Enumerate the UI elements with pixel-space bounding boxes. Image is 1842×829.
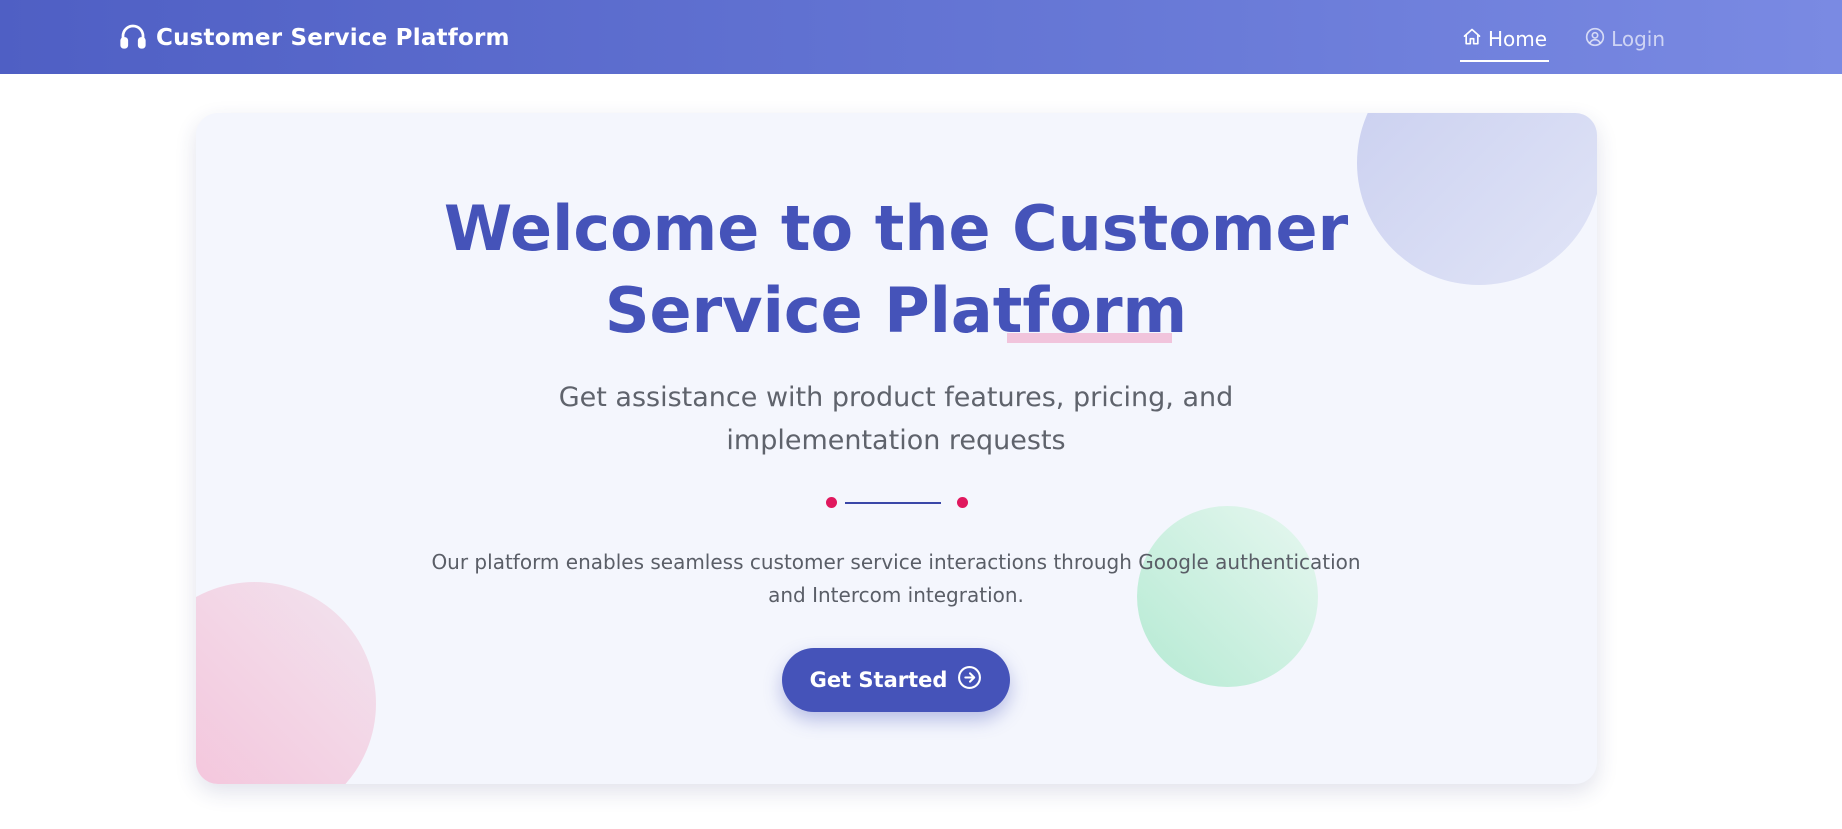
headset-icon (118, 20, 148, 56)
hero-title: Welcome to the Customer Service Platform (396, 188, 1396, 352)
get-started-label: Get Started (809, 668, 948, 692)
top-navbar: Customer Service Platform Home Login (0, 0, 1842, 74)
nav-link-home[interactable]: Home (1460, 22, 1550, 62)
user-circle-icon (1585, 27, 1605, 52)
arrow-right-circle-icon (957, 665, 982, 695)
hero-card: Welcome to the Customer Service Platform… (196, 113, 1597, 784)
brand-title: Customer Service Platform (156, 25, 510, 51)
divider-line (845, 502, 941, 504)
divider-dot-right (957, 497, 968, 508)
brand[interactable]: Customer Service Platform (118, 18, 510, 58)
nav-link-home-label: Home (1488, 27, 1548, 51)
get-started-button[interactable]: Get Started (782, 648, 1010, 712)
nav-link-login-label: Login (1611, 27, 1666, 51)
home-icon (1462, 27, 1482, 52)
hero-subtitle: Get assistance with product features, pr… (558, 382, 1234, 456)
hero-description: Our platform enables seamless customer s… (431, 550, 1361, 607)
nav-link-login[interactable]: Login (1583, 22, 1667, 56)
hero-title-line2: Service Platform (604, 274, 1188, 347)
decorative-divider (826, 496, 968, 508)
hero-title-line1: Welcome to the Customer (443, 192, 1349, 265)
decorative-circle-pink (196, 582, 376, 784)
nav-links: Home Login (1460, 22, 1667, 62)
divider-dot-left (826, 497, 837, 508)
